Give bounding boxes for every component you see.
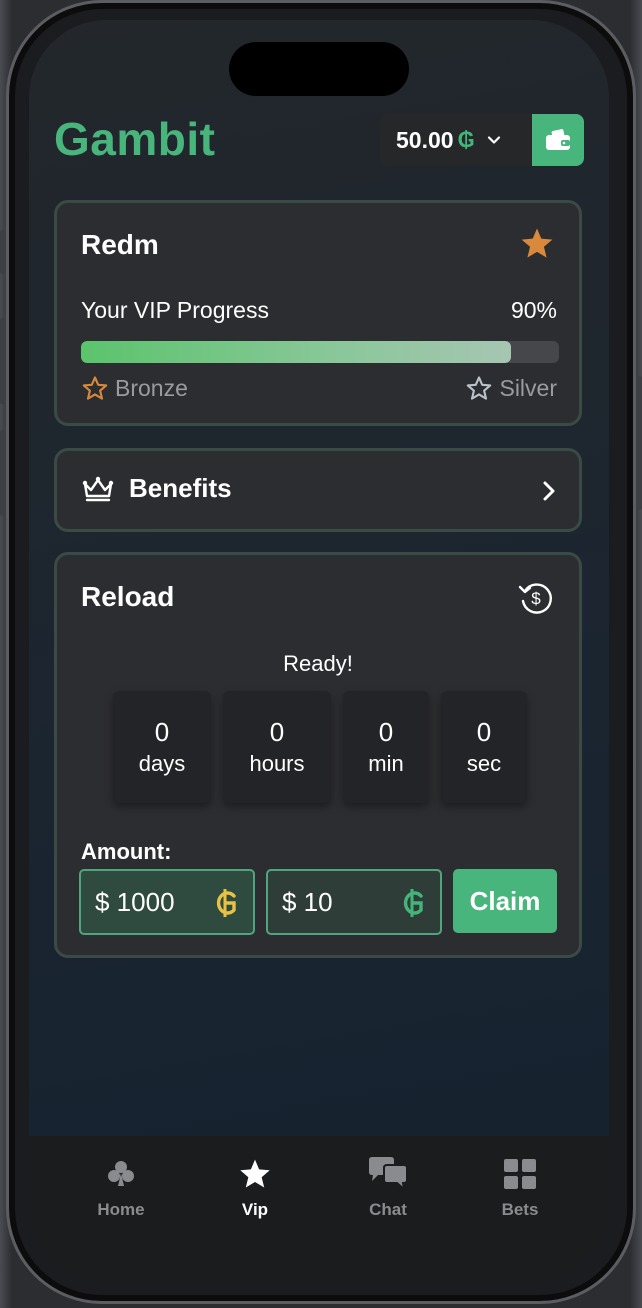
chevron-down-icon — [487, 136, 500, 144]
vip-progress-bar — [81, 341, 559, 363]
crown-icon — [82, 476, 114, 501]
timer-sec: 0 sec — [441, 691, 527, 803]
dynamic-island — [229, 42, 409, 96]
chat-bubbles-icon — [369, 1157, 408, 1192]
claim-button[interactable]: Claim — [453, 869, 557, 933]
benefits-content: Benefits — [81, 473, 232, 504]
vip-progress-fill — [81, 341, 512, 363]
balance-amount: 50.00 — [396, 126, 454, 153]
phone-side-button — [636, 376, 642, 510]
grid-icon — [504, 1159, 536, 1189]
amount-gold-field[interactable]: $ 1000 — [79, 869, 255, 935]
amount-green-value: $ 10 — [282, 886, 333, 917]
timer-days-value: 0 — [154, 717, 170, 747]
countdown-timer: 0 days 0 hours 0 min 0 sec — [113, 691, 527, 803]
wallet-icon — [546, 129, 570, 150]
wallet-button[interactable] — [532, 114, 584, 166]
nav-home[interactable]: Home — [71, 1154, 171, 1220]
app-screen: Gambit 50.00 ₲ Redm Your VIP Progress 90… — [29, 20, 609, 1282]
nav-chat-label: Chat — [369, 1200, 407, 1219]
next-tier: Silver — [465, 375, 557, 402]
nav-chat[interactable]: Chat — [338, 1154, 438, 1220]
vip-progress-label: Your VIP Progress — [81, 297, 269, 323]
vip-progress-percent: 90% — [510, 297, 557, 323]
next-tier-label: Silver — [499, 375, 557, 401]
benefits-row[interactable]: Benefits — [54, 448, 582, 532]
nav-bets-label: Bets — [501, 1200, 539, 1219]
current-tier-label: Bronze — [115, 375, 188, 401]
currency-icon: ₲ — [457, 127, 475, 152]
star-icon — [521, 228, 553, 258]
reload-dollar-icon[interactable]: $ — [517, 579, 555, 617]
green-coin-icon — [403, 889, 423, 917]
bottom-nav: Home Vip Chat Bets — [29, 1136, 609, 1282]
balance-pill: 50.00 ₲ — [380, 114, 584, 166]
amount-green-field[interactable]: $ 10 — [266, 869, 442, 935]
chevron-right-icon — [543, 481, 555, 501]
star-icon — [240, 1159, 270, 1188]
app-header: Gambit 50.00 ₲ — [54, 114, 584, 170]
nav-vip[interactable]: Vip — [205, 1154, 305, 1220]
timer-days: 0 days — [113, 691, 211, 803]
app-logo: Gambit — [54, 113, 216, 165]
timer-days-unit: days — [138, 751, 186, 776]
timer-min-unit: min — [368, 751, 404, 776]
amount-gold-value: $ 1000 — [95, 886, 175, 917]
timer-hours: 0 hours — [223, 691, 331, 803]
svg-text:$: $ — [531, 589, 541, 608]
silver-star-icon — [467, 376, 492, 400]
timer-min-value: 0 — [378, 717, 394, 747]
reload-status: Ready! — [283, 651, 353, 676]
reload-card: Reload $ Ready! 0 days 0 hours 0 min 0 s… — [54, 552, 582, 958]
timer-sec-value: 0 — [476, 717, 492, 747]
timer-hours-value: 0 — [269, 717, 285, 747]
amount-label: Amount: — [81, 839, 172, 864]
reload-title: Reload — [81, 581, 175, 612]
nav-vip-label: Vip — [241, 1200, 269, 1219]
club-icon — [108, 1161, 134, 1186]
nav-home-label: Home — [97, 1200, 145, 1219]
gold-coin-icon — [216, 889, 236, 917]
benefits-label: Benefits — [129, 473, 232, 503]
timer-sec-unit: sec — [466, 751, 502, 776]
timer-hours-unit: hours — [249, 751, 305, 776]
vip-progress-card: Redm Your VIP Progress 90% Bronze Silver — [54, 200, 582, 426]
nav-bets[interactable]: Bets — [470, 1154, 570, 1220]
timer-min: 0 min — [343, 691, 429, 803]
current-tier: Bronze — [81, 375, 188, 402]
balance-dropdown[interactable]: 50.00 ₲ — [380, 114, 532, 166]
vip-username: Redm — [81, 229, 159, 260]
bronze-star-icon — [82, 376, 108, 400]
